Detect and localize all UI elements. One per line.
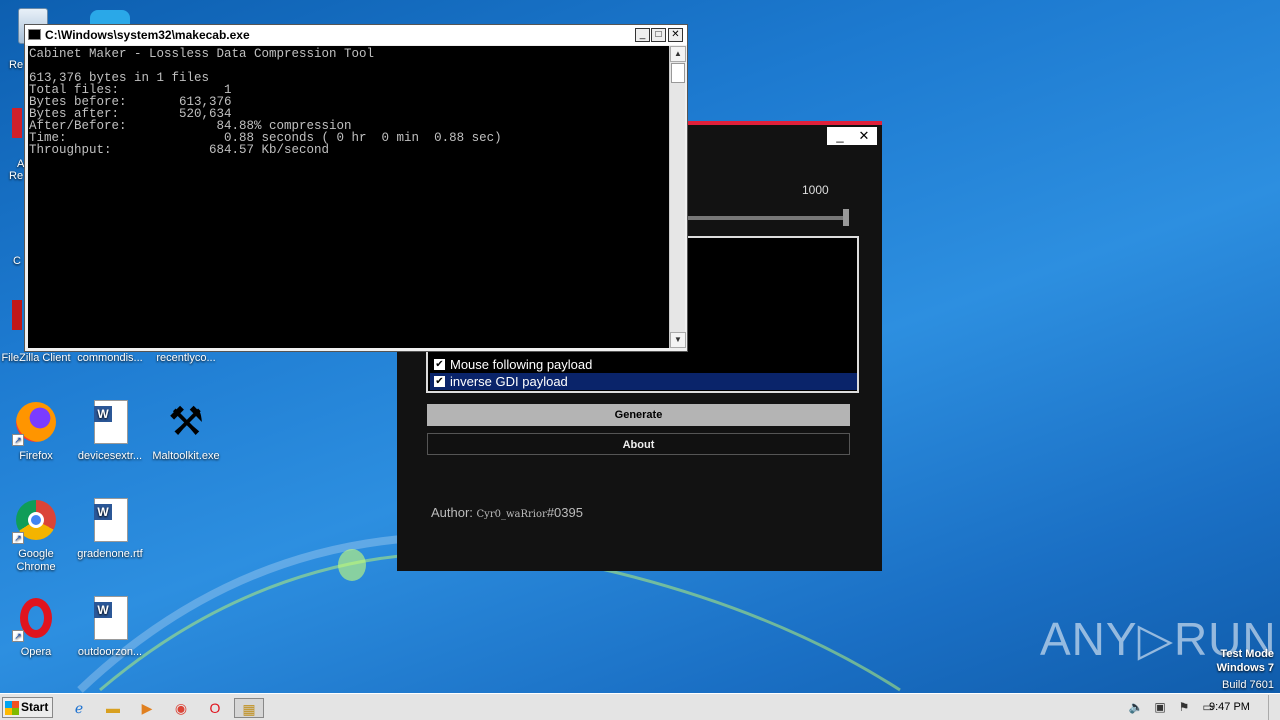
icon-label: gradenone.rtf: [77, 548, 143, 560]
scroll-down-arrow-icon[interactable]: ▼: [670, 332, 686, 348]
icon-label: recentlyco...: [156, 352, 216, 364]
clock[interactable]: 9:47 PM: [1209, 701, 1250, 713]
close-button[interactable]: ✕: [851, 127, 877, 145]
author-line: Author: Cyr0_waRrior#0395: [431, 505, 583, 520]
minimize-button[interactable]: _: [635, 28, 650, 42]
window-titlebar[interactable]: C:\Windows\system32\makecab.exe: [25, 25, 687, 45]
slider-value: 1000: [802, 183, 829, 197]
list-item[interactable]: ✔ Mouse following payload: [430, 356, 857, 373]
start-button[interactable]: Start: [2, 697, 53, 718]
checkbox[interactable]: ✔: [434, 376, 445, 387]
minimize-button[interactable]: _: [827, 127, 853, 145]
desktop-icon-chrome[interactable]: ↗ Google Chrome: [0, 496, 74, 574]
start-label: Start: [21, 700, 49, 714]
maximize-button[interactable]: □: [651, 28, 666, 42]
list-item[interactable]: ✔ inverse GDI payload: [430, 373, 857, 390]
test-mode-text: Test Mode: [1220, 648, 1274, 660]
explorer-icon[interactable]: ▬: [102, 698, 124, 718]
firefox-icon: ↗: [12, 398, 60, 446]
makecab-console-window: C:\Windows\system32\makecab.exe _ □ ✕ Ca…: [24, 24, 688, 352]
generate-button[interactable]: Generate: [427, 404, 850, 426]
payload-label: Mouse following payload: [450, 357, 593, 372]
media-player-icon[interactable]: ▶: [136, 698, 158, 718]
desktop-icon-filezilla[interactable]: FileZilla Client: [0, 352, 74, 365]
author-tag: #0395: [546, 505, 583, 520]
console-icon: [28, 29, 41, 40]
windows-version-text: Windows 7: [1216, 662, 1274, 674]
adobe-icon[interactable]: [12, 108, 22, 138]
about-button[interactable]: About: [427, 433, 850, 455]
skype-icon[interactable]: [90, 10, 130, 24]
icon-label: outdoorzon...: [77, 646, 143, 658]
desktop-icon-outdoorzon[interactable]: W outdoorzon...: [72, 594, 148, 659]
desktop-icon-devicesextr[interactable]: W devicesextr...: [72, 398, 148, 463]
close-button[interactable]: ✕: [668, 28, 683, 42]
icon-label: Google Chrome: [16, 548, 56, 573]
word-doc-icon: W: [86, 496, 134, 544]
icon-label: FileZilla Client: [1, 352, 71, 364]
icon-label: commondis...: [77, 352, 143, 364]
network-icon[interactable]: ▣: [1152, 699, 1168, 715]
icon-label: Firefox: [19, 450, 53, 462]
author-label: Author:: [431, 505, 477, 520]
desktop-icon-maltoolkit[interactable]: ⚒ Maltoolkit.exe: [148, 398, 224, 463]
tools-icon: ⚒: [168, 400, 204, 444]
taskbar: Start ℯ ▬ ▶ ◉ O ▦ 🔈 ▣ ⚑ ▭ 9:47 PM: [0, 693, 1280, 720]
speaker-icon[interactable]: 🔈: [1128, 699, 1144, 715]
scroll-up-arrow-icon[interactable]: ▲: [670, 46, 686, 62]
window-accent-line: [687, 121, 882, 125]
window-title: C:\Windows\system32\makecab.exe: [45, 28, 250, 42]
windows-logo-icon: [5, 701, 19, 715]
app-icon[interactable]: [12, 300, 22, 330]
flag-icon[interactable]: ⚑: [1176, 699, 1192, 715]
icon-label: Opera: [20, 646, 52, 658]
ie-icon[interactable]: ℯ: [68, 698, 90, 718]
payload-label: inverse GDI payload: [450, 374, 568, 389]
console-output: Cabinet Maker - Lossless Data Compressio…: [28, 46, 669, 348]
chrome-icon[interactable]: ◉: [170, 698, 192, 718]
makecab-icon[interactable]: ▦: [234, 698, 264, 718]
desktop-icon-commondis[interactable]: commondis...: [72, 352, 148, 365]
build-text: Build 7601: [1222, 679, 1274, 691]
desktop-icon-firefox[interactable]: ↗ Firefox: [0, 398, 74, 463]
checkbox[interactable]: ✔: [434, 359, 445, 370]
opera-icon: ↗: [12, 594, 60, 642]
vertical-scrollbar[interactable]: ▲ ▼: [669, 46, 686, 348]
chrome-icon: ↗: [12, 496, 60, 544]
slider-track[interactable]: [687, 216, 847, 220]
desktop-icon-opera[interactable]: ↗ Opera: [0, 594, 74, 659]
show-desktop-button[interactable]: [1268, 695, 1280, 720]
word-doc-icon: W: [86, 594, 134, 642]
icon-label: Maltoolkit.exe: [152, 450, 220, 462]
scroll-thumb[interactable]: [671, 63, 685, 83]
desktop-icon-gradenone[interactable]: W gradenone.rtf: [72, 496, 148, 561]
system-tray: 🔈 ▣ ⚑ ▭: [1120, 695, 1280, 720]
icon-label: devicesextr...: [77, 450, 143, 462]
opera-icon[interactable]: O: [204, 698, 226, 718]
console-line: Cabinet Maker - Lossless Data Compressio…: [29, 47, 375, 61]
console-line: Throughput: 684.57 Kb/second: [29, 143, 330, 157]
partial-label: C: [13, 255, 21, 267]
partial-label: Re: [9, 170, 24, 182]
partial-label: Re: [9, 59, 24, 71]
word-doc-icon: W: [86, 398, 134, 446]
slider-thumb[interactable]: [843, 209, 849, 226]
desktop-icon-recentlyco[interactable]: recentlyco...: [148, 352, 224, 365]
author-name: Cyr0_waRrior: [476, 509, 547, 520]
